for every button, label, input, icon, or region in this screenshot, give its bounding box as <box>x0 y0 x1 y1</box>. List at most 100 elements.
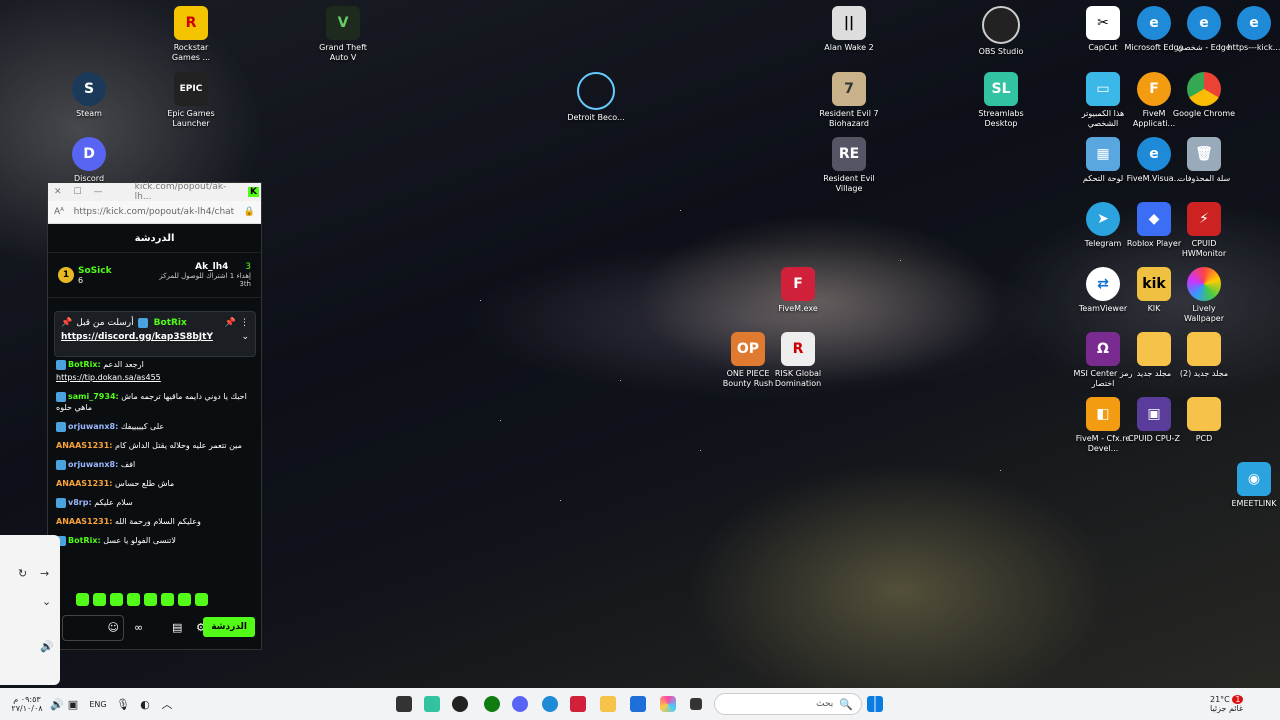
desktop-icon-cpuidhw[interactable]: ⚡ CPUID HWMonitor <box>1172 202 1236 259</box>
refresh-icon[interactable]: ↻ <box>18 567 27 580</box>
emote-icon[interactable] <box>178 593 191 606</box>
taskbar-app-alanwake[interactable] <box>394 688 414 720</box>
desktop-icon-obs[interactable]: OBS Studio <box>969 6 1033 57</box>
taskbar-app-streamlabs[interactable] <box>422 688 442 720</box>
taskbar-app-edge[interactable] <box>540 688 560 720</box>
browser-side-panel[interactable]: ↻ → ⌄ 🔊 <box>0 535 60 685</box>
desktop-icon-re7[interactable]: 7 Resident Evil 7 Biohazard <box>817 72 881 129</box>
maximize-icon[interactable]: ☐ <box>68 187 88 197</box>
message-user[interactable]: BotRix: <box>68 360 101 369</box>
lively-icon <box>1187 267 1221 301</box>
rank-badge: 1 <box>58 267 74 283</box>
cpuz-icon: ▣ <box>1137 397 1171 431</box>
reader-icon[interactable]: Aᴬ <box>54 207 64 217</box>
taskbar-app-taskview[interactable] <box>686 688 706 720</box>
taskbar-app-store[interactable] <box>628 688 648 720</box>
emote-icon[interactable] <box>195 593 208 606</box>
search-input[interactable]: بحث <box>816 699 833 709</box>
emote-icon[interactable] <box>110 593 123 606</box>
window-title: kick.com/popout/ak-lh... <box>134 182 227 202</box>
desktop-icon-newfolder2[interactable]: مجلد جديد (2) <box>1172 332 1236 379</box>
unpin-icon[interactable]: 📌 <box>225 318 236 328</box>
address-bar[interactable]: Aᴬ https://kick.com/popout/ak-lh4/chat 🔒 <box>48 201 261 224</box>
pin-icon: 📌 <box>61 318 73 328</box>
desktop-icon-risk[interactable]: R RISK Global Domination <box>766 332 830 389</box>
desktop-icon-gta[interactable]: V Grand Theft Auto V <box>311 6 375 63</box>
message-user[interactable]: orjuwanx8: <box>68 460 118 469</box>
desktop-icon-pcd[interactable]: PCD <box>1172 397 1236 444</box>
desktop-icon-lively[interactable]: Lively Wallpaper <box>1172 267 1236 324</box>
volume-icon[interactable]: 🔊 <box>50 688 64 720</box>
desktop-icon-recycle[interactable]: 🗑 سلة المحذوفات <box>1172 137 1236 184</box>
emote-icon[interactable] <box>161 593 174 606</box>
forward-icon[interactable]: → <box>40 567 49 580</box>
message-user[interactable]: v8rp: <box>68 498 92 507</box>
desktop-icon-epic[interactable]: EPIC Epic Games Launcher <box>159 72 223 129</box>
chevron-down-icon[interactable]: ⌄ <box>241 332 249 342</box>
start-button[interactable] <box>866 688 884 720</box>
taskbar-app-explorer[interactable] <box>598 688 618 720</box>
taskbar-app-copilot[interactable] <box>658 688 678 720</box>
emoji-icon[interactable]: ☺ <box>108 621 119 634</box>
language-indicator[interactable]: ENG <box>88 688 108 720</box>
message-user[interactable]: ANAAS1231: <box>56 517 113 526</box>
desktop-icon-fivemexe[interactable]: F FiveM.exe <box>766 267 830 314</box>
taskbar-app-fivem[interactable] <box>568 688 588 720</box>
chat-input[interactable]: ☺ <box>62 615 124 641</box>
emote-icon[interactable] <box>144 593 157 606</box>
emote-icon[interactable] <box>76 593 89 606</box>
desktop-icon-alanwake[interactable]: || Alan Wake 2 <box>817 6 881 53</box>
message-user[interactable]: ANAAS1231: <box>56 479 113 488</box>
pinned-user[interactable]: BotRix <box>154 318 187 328</box>
desktop-icon-detroit[interactable]: Detroit Beco... <box>564 72 628 123</box>
chevron-down-icon[interactable]: ⌄ <box>42 595 51 608</box>
desktop-icon-rockstar[interactable]: R Rockstar Games ... <box>159 6 223 63</box>
folder-icon <box>1187 332 1221 366</box>
message-link[interactable]: https://tip.dokan.sa/as455 <box>56 373 161 382</box>
emeet-icon: ◉ <box>1237 462 1271 496</box>
desktop-icon-edge-https[interactable]: e https---kick... <box>1222 6 1280 53</box>
desktop-icon-revillage[interactable]: RE Resident Evil Village <box>817 137 881 194</box>
network-icon[interactable]: ▣ <box>66 688 80 720</box>
kik-icon: kik <box>1137 267 1171 301</box>
desktop-icon-chrome[interactable]: Google Chrome <box>1172 72 1236 119</box>
weather-widget[interactable]: 21°C 1 غائم جزئيا <box>1210 688 1270 720</box>
pinned-message[interactable]: 📌 أرسلت من قبل BotRix 📌 ⋮ https://discor… <box>54 311 256 357</box>
taskbar-app-obs[interactable] <box>450 688 470 720</box>
leader1-name[interactable]: SoSick <box>78 266 112 276</box>
desktop-icon-discord[interactable]: D Discord <box>57 137 121 184</box>
msi-icon: Ω <box>1086 332 1120 366</box>
steam-icon: S <box>72 72 106 106</box>
kick-chat-window[interactable]: ✕ ☐ — kick.com/popout/ak-lh... K Aᴬ http… <box>47 182 262 650</box>
emote-icon[interactable] <box>93 593 106 606</box>
badge-icon <box>56 497 66 508</box>
message-user[interactable]: BotRix: <box>68 536 101 545</box>
taskbar-search[interactable]: بحث 🔍 <box>714 688 862 720</box>
desktop-icon-steam[interactable]: S Steam <box>57 72 121 119</box>
minimize-icon[interactable]: — <box>88 187 109 197</box>
clock-time: ٠٩:٥٣ م <box>13 695 41 704</box>
chat-message: sami_7934: احبك يا دوني دايمه ماقيها ترج… <box>56 391 256 413</box>
leader2-name[interactable]: Ak_lh4 <box>195 262 228 272</box>
gift-leaderboard: 1 SoSick 6 Ak_lh4 3 إهداء 1 اشتراك للوصو… <box>48 253 261 298</box>
window-titlebar[interactable]: ✕ ☐ — kick.com/popout/ak-lh... K <box>48 182 261 202</box>
close-icon[interactable]: ✕ <box>48 187 68 197</box>
speaker-icon[interactable]: 🔊 <box>40 640 54 653</box>
chat-send-button[interactable]: الدردشة <box>203 617 255 637</box>
taskbar-app-xbox[interactable] <box>482 688 502 720</box>
emote-icon[interactable] <box>127 593 140 606</box>
vpn-icon[interactable]: ◐ <box>138 688 152 720</box>
message-user[interactable]: ANAAS1231: <box>56 441 113 450</box>
taskbar-app-discord[interactable] <box>510 688 530 720</box>
infinity-icon[interactable]: ∞ <box>134 621 143 634</box>
message-user[interactable]: sami_7934: <box>68 392 119 401</box>
microphone-icon[interactable]: 🎙 <box>116 688 130 720</box>
more-icon[interactable]: ⋮ <box>240 318 249 328</box>
desktop-icon-emeet[interactable]: ◉ EMEETLINK <box>1222 462 1280 509</box>
message-user[interactable]: orjuwanx8: <box>68 422 118 431</box>
pinned-link[interactable]: https://discord.gg/kap3S8bJtY <box>61 332 213 342</box>
store-icon[interactable]: ▤ <box>172 621 182 634</box>
chevron-up-icon[interactable]: ︿ <box>160 688 174 720</box>
desktop-icon-streamlabs[interactable]: SL Streamlabs Desktop <box>969 72 1033 129</box>
clock[interactable]: ٠٩:٥٣ م ٢٧/١٠/٠٨ <box>8 688 46 720</box>
